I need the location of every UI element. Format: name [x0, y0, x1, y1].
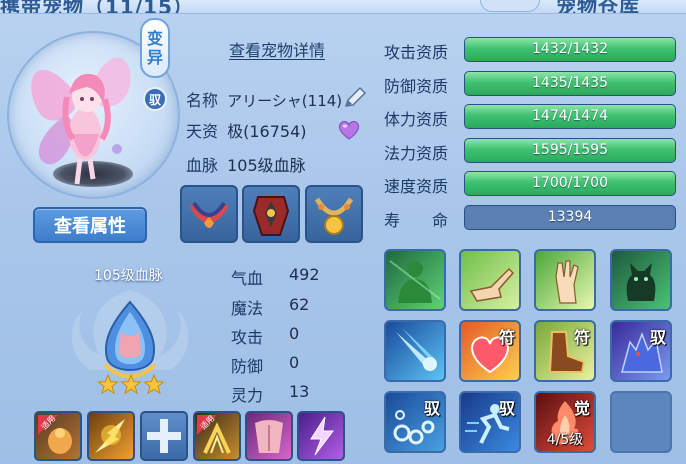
- green-figure-icon: [389, 260, 441, 303]
- bottom-slot-5[interactable]: [245, 411, 293, 461]
- skill-slot-6[interactable]: 符: [459, 320, 521, 382]
- pet-model-icon: [31, 57, 131, 185]
- yu-badge: 驭: [143, 87, 167, 111]
- skill-tag: 驭: [498, 399, 515, 418]
- talent-row: 天资 极(16754): [186, 118, 307, 142]
- pet-name-row: 名称 アリーシャ(114): [186, 87, 342, 111]
- attr-value: 0: [289, 353, 300, 372]
- aptitude-bar: 1435/1435: [464, 70, 676, 96]
- star-icon: [97, 374, 165, 395]
- armor-icon: [252, 196, 290, 236]
- fist-skill-icon: 适用: [38, 413, 72, 454]
- bottom-slot-6[interactable]: [297, 411, 345, 461]
- carried-pets-title: 携带宠物（11/15）: [0, 0, 194, 14]
- pet-storage-title[interactable]: 宠物仓库: [556, 0, 640, 13]
- skill-slot-8[interactable]: 驭: [610, 320, 672, 382]
- skill-tag: 驭: [423, 399, 440, 418]
- skill-slot-10[interactable]: 驭: [459, 391, 521, 453]
- aptitude-row: 攻击资质 1432/1432: [384, 37, 676, 63]
- torso-skill-icon: [255, 420, 283, 453]
- necklace-icon: [189, 201, 229, 228]
- skill-slot-9[interactable]: 驭: [384, 391, 446, 453]
- skill-tag: 符: [573, 328, 590, 347]
- aptitude-value: 1474/1474: [532, 108, 608, 124]
- bottom-slot-2[interactable]: [87, 411, 135, 461]
- aptitude-bar: 1595/1595: [464, 137, 676, 163]
- equipment-slot-necklace[interactable]: [180, 185, 238, 243]
- bottom-slot-4[interactable]: 适用: [193, 411, 241, 461]
- attr-value: 13: [289, 382, 310, 401]
- aptitude-value: 13394: [547, 208, 593, 225]
- skill-tag: 驭: [649, 328, 666, 347]
- bloodline-value: 105级血脉: [227, 156, 306, 175]
- aptitude-row: 体力资质 1474/1474: [384, 104, 676, 130]
- lightning-skill-icon: [310, 416, 334, 456]
- palm-hand-icon: [555, 260, 579, 304]
- heart-icon[interactable]: [337, 119, 361, 141]
- skill-slot-3[interactable]: [534, 249, 596, 311]
- equipment-slot-collar[interactable]: [305, 185, 363, 243]
- attr-label: 魔法: [231, 299, 264, 318]
- skill-slot-7[interactable]: 符: [534, 320, 596, 382]
- collar-icon: [314, 197, 354, 235]
- aptitude-label: 防御资质: [384, 76, 449, 96]
- aptitude-bar: 1474/1474: [464, 104, 676, 129]
- attr-label: 灵力: [231, 386, 264, 405]
- aptitude-row: 法力资质 1595/1595: [384, 137, 676, 164]
- aptitude-value: 1595/1595: [532, 141, 608, 158]
- attr-label: 攻击: [231, 328, 264, 347]
- pet-name-value: アリーシャ(114): [227, 92, 343, 110]
- bottom-slot-1[interactable]: 适用: [34, 411, 82, 461]
- attr-label: 气血: [231, 269, 264, 288]
- aptitude-value: 1700/1700: [532, 175, 608, 191]
- view-pet-details-link[interactable]: 查看宠物详情: [229, 37, 325, 61]
- aptitude-label: 寿 命: [384, 210, 449, 230]
- top-tab-pill[interactable]: [480, 0, 540, 12]
- skill-slot-empty[interactable]: [610, 391, 672, 453]
- attr-label: 防御: [231, 357, 264, 376]
- skill-slot-1[interactable]: [384, 249, 446, 311]
- green-cat-icon: [626, 263, 656, 301]
- flash-skill-icon: [95, 419, 125, 453]
- skill-slot-5[interactable]: [384, 320, 446, 382]
- aptitude-value: 1432/1432: [532, 41, 608, 57]
- aptitude-label: 体力资质: [384, 110, 449, 129]
- aptitude-bar: 1700/1700: [464, 171, 676, 196]
- pointing-hand-icon: [469, 267, 515, 302]
- equipment-slot-armor[interactable]: [242, 185, 300, 243]
- aptitude-label: 攻击资质: [384, 43, 449, 62]
- skill-tag: 符: [498, 328, 515, 347]
- blue-comet-icon: [396, 328, 437, 371]
- talent-value: 极(16754): [227, 122, 307, 141]
- skill-slot-2[interactable]: [459, 249, 521, 311]
- aptitude-bar: 1432/1432: [464, 37, 676, 62]
- attr-value: 62: [289, 295, 310, 314]
- skill-level: 4/5级: [546, 432, 584, 448]
- attr-value: 492: [289, 265, 320, 284]
- plus-icon: [147, 419, 181, 453]
- aptitude-bar: 13394: [464, 204, 676, 230]
- aptitude-label: 速度资质: [384, 177, 449, 196]
- talent-label: 天资: [186, 122, 219, 141]
- bloodline-stars: [97, 374, 165, 395]
- skill-tag: 觉: [573, 399, 590, 418]
- variant-label: 变异: [147, 29, 164, 67]
- claw-skill-icon: 适用: [197, 413, 231, 454]
- edit-name-icon[interactable]: [342, 86, 368, 110]
- skill-slot-11[interactable]: 觉 4/5级: [534, 391, 596, 453]
- bloodline-row: 血脉 105级血脉: [186, 152, 306, 176]
- aptitude-row: 寿 命 13394: [384, 204, 676, 231]
- name-label: 名称: [186, 91, 219, 110]
- attr-value: 0: [289, 324, 300, 343]
- bloodline-label: 血脉: [186, 156, 219, 175]
- variant-badge: 变异: [140, 18, 170, 78]
- aptitude-value: 1435/1435: [532, 74, 608, 91]
- aptitude-row: 速度资质 1700/1700: [384, 171, 676, 197]
- aptitude-row: 防御资质 1435/1435: [384, 70, 676, 97]
- aptitude-label: 法力资质: [384, 143, 449, 163]
- view-attributes-button[interactable]: 查看属性: [33, 207, 147, 243]
- top-banner: 携带宠物（11/15） 宠物仓库: [0, 0, 686, 14]
- skill-slot-4[interactable]: [610, 249, 672, 311]
- bottom-slot-add[interactable]: [140, 411, 188, 461]
